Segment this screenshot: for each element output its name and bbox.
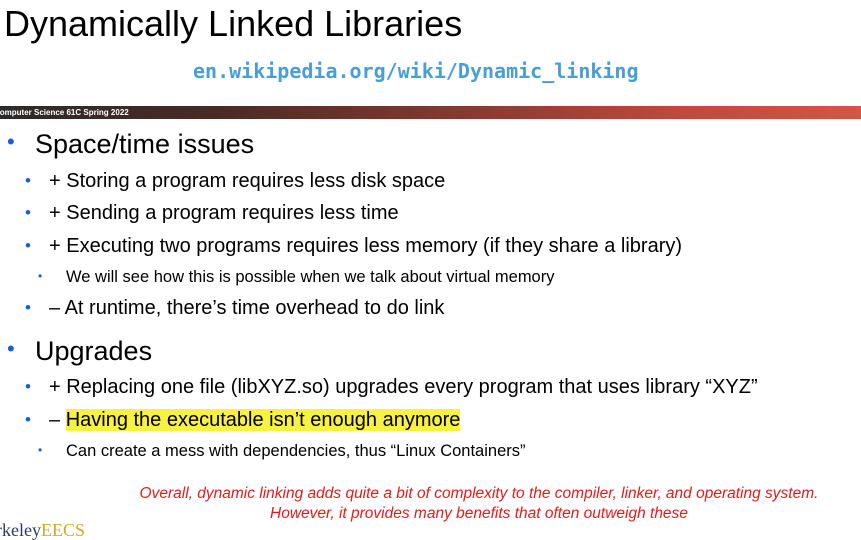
bullet-mess-note: • Can create a mess with dependencies, t… <box>38 440 526 462</box>
bullet-upgrades: • Upgrades <box>7 334 153 368</box>
summary-note: Overall, dynamic linking adds quite a bi… <box>139 485 819 522</box>
bullet-executing: • + Executing two programs requires less… <box>25 233 683 259</box>
bullet-text: Upgrades <box>35 336 153 366</box>
logo-left: rkeley <box>0 520 41 540</box>
bullet-icon: • <box>25 410 31 429</box>
bullet-icon: • <box>25 171 31 190</box>
bullet-space-time: • Space/time issues <box>7 127 255 161</box>
bullet-replacing: • + Replacing one file (libXYZ.so) upgra… <box>25 374 758 400</box>
bullet-text: We will see how this is possible when we… <box>66 268 555 286</box>
bullet-text: – At runtime, there’s time overhead to d… <box>49 297 445 319</box>
bullet-icon: • <box>25 236 31 255</box>
bullet-icon: • <box>25 377 31 396</box>
logo-right: EECS <box>40 520 85 540</box>
bullet-text: Space/time issues <box>35 129 255 159</box>
bullet-list: • Space/time issues • + Storing a progra… <box>0 0 861 531</box>
bullet-text: + Executing two programs requires less m… <box>49 235 683 257</box>
bullet-text: + Sending a program requires less time <box>49 202 399 224</box>
bullet-icon: • <box>25 298 31 317</box>
bullet-icon: • <box>38 269 43 283</box>
bullet-virtual-memory-note: • We will see how this is possible when … <box>38 266 555 288</box>
bullet-icon: • <box>25 203 31 222</box>
bullet-prefix: – <box>49 409 66 431</box>
berkeley-eecs-logo: rkeleyEECS <box>0 521 85 539</box>
bullet-text: + Replacing one file (libXYZ.so) upgrade… <box>49 376 758 398</box>
bullet-icon: • <box>38 443 43 457</box>
highlighted-text: Having the executable isn’t enough anymo… <box>65 409 461 431</box>
bullet-text: Can create a mess with dependencies, thu… <box>66 442 526 460</box>
bullet-sending: • + Sending a program requires less time <box>25 200 399 226</box>
bullet-icon: • <box>7 336 15 361</box>
bullet-runtime: • – At runtime, there’s time overhead to… <box>25 295 445 321</box>
bullet-executable: • – Having the executable isn’t enough a… <box>25 407 461 433</box>
bullet-text: + Storing a program requires less disk s… <box>49 170 446 192</box>
bullet-storing: • + Storing a program requires less disk… <box>25 168 446 194</box>
bullet-icon: • <box>7 129 15 154</box>
